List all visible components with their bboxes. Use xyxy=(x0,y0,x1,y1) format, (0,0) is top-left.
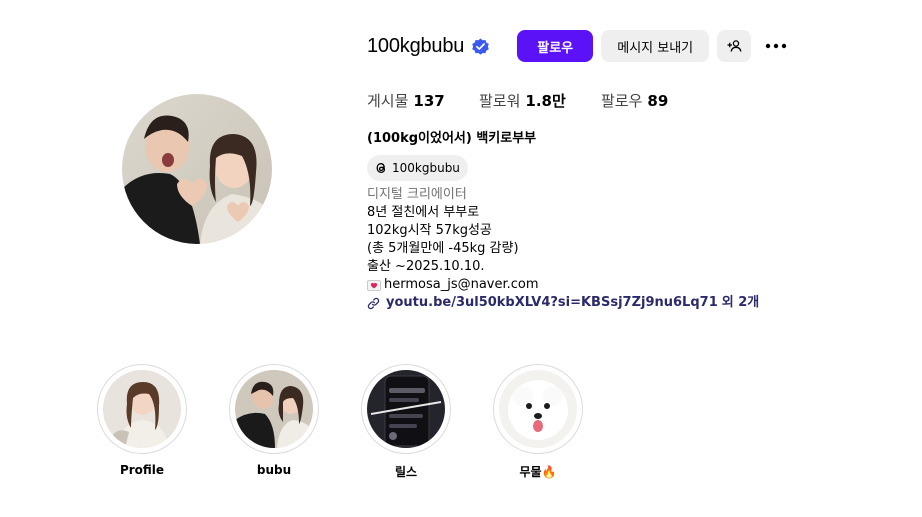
link-more-count: 외 2개 xyxy=(721,295,760,310)
following-label: 팔로우 xyxy=(601,92,643,110)
highlight-label: 무물🔥 xyxy=(519,465,557,479)
highlight-label: 릴스 xyxy=(394,465,418,479)
bio-email: hermosa_js@naver.com xyxy=(384,277,539,292)
following-link[interactable]: 팔로우 89 xyxy=(601,90,668,111)
love-letter-icon xyxy=(367,279,381,291)
highlight-cover xyxy=(499,370,577,448)
threads-handle: 100kgbubu xyxy=(392,161,460,175)
send-message-button[interactable]: 메시지 보내기 xyxy=(601,30,710,62)
highlight-cover xyxy=(103,370,181,448)
profile-bio: (100kg이었어서) 백키로부부 100kgbubu 디지털 크리에이터 8년… xyxy=(367,130,759,312)
posts-count: 게시물 137 xyxy=(367,90,479,111)
bio-line: 출산 ~2025.10.10. xyxy=(367,259,485,274)
follow-button[interactable]: 팔로우 xyxy=(517,30,594,62)
link-icon xyxy=(367,297,380,310)
bio-line: (총 5개월만에 -45kg 감량) xyxy=(367,241,519,256)
highlight-reels[interactable]: 릴스 xyxy=(360,364,452,480)
following-value: 89 xyxy=(647,92,669,110)
profile-page: 100kgbubu 팔로우 메시지 보내기 게시물 137 팔로워 1.8만 팔… xyxy=(0,0,922,517)
highlight-profile[interactable]: Profile xyxy=(96,364,188,477)
story-highlights: Profile bubu 릴스 무물🔥 xyxy=(96,364,696,484)
external-link[interactable]: youtu.be/3ul50kbXLV4?si=KBSsj7Zj9nu6Lq71… xyxy=(367,294,759,312)
highlight-label: Profile xyxy=(119,463,165,477)
bio-email-line: hermosa_js@naver.com xyxy=(367,276,759,294)
link-url: youtu.be/3ul50kbXLV4?si=KBSsj7Zj9nu6Lq71 xyxy=(386,295,718,310)
full-name: (100kg이었어서) 백키로부부 xyxy=(367,131,537,146)
followers-value: 1.8만 xyxy=(525,92,566,110)
threads-icon xyxy=(374,161,388,175)
username: 100kgbubu xyxy=(367,34,465,57)
followers-label: 팔로워 xyxy=(479,92,521,110)
posts-label: 게시물 xyxy=(367,92,409,110)
more-options-button[interactable] xyxy=(764,30,788,62)
add-user-icon xyxy=(726,38,742,54)
bio-line: 102kg시작 57kg성공 xyxy=(367,223,492,238)
profile-category: 디지털 크리에이터 xyxy=(367,187,467,202)
highlight-cover xyxy=(367,370,445,448)
bio-line: 8년 절친에서 부부로 xyxy=(367,205,480,220)
highlight-ring xyxy=(493,364,583,454)
highlight-ring xyxy=(361,364,451,454)
profile-stats: 게시물 137 팔로워 1.8만 팔로우 89 xyxy=(367,90,668,111)
highlight-bubu[interactable]: bubu xyxy=(228,364,320,477)
followers-link[interactable]: 팔로워 1.8만 xyxy=(479,90,601,111)
posts-value: 137 xyxy=(413,92,445,110)
profile-header-row: 100kgbubu 팔로우 메시지 보내기 xyxy=(367,30,788,62)
highlight-cover xyxy=(235,370,313,448)
highlight-ring xyxy=(97,364,187,454)
more-horizontal-icon xyxy=(765,43,787,49)
profile-avatar[interactable] xyxy=(122,94,272,244)
highlight-qna[interactable]: 무물🔥 xyxy=(492,364,584,480)
threads-badge[interactable]: 100kgbubu xyxy=(367,155,468,181)
suggested-users-button[interactable] xyxy=(717,30,752,62)
verified-badge-icon xyxy=(471,37,490,56)
highlight-label: bubu xyxy=(256,463,292,477)
highlight-ring xyxy=(229,364,319,454)
